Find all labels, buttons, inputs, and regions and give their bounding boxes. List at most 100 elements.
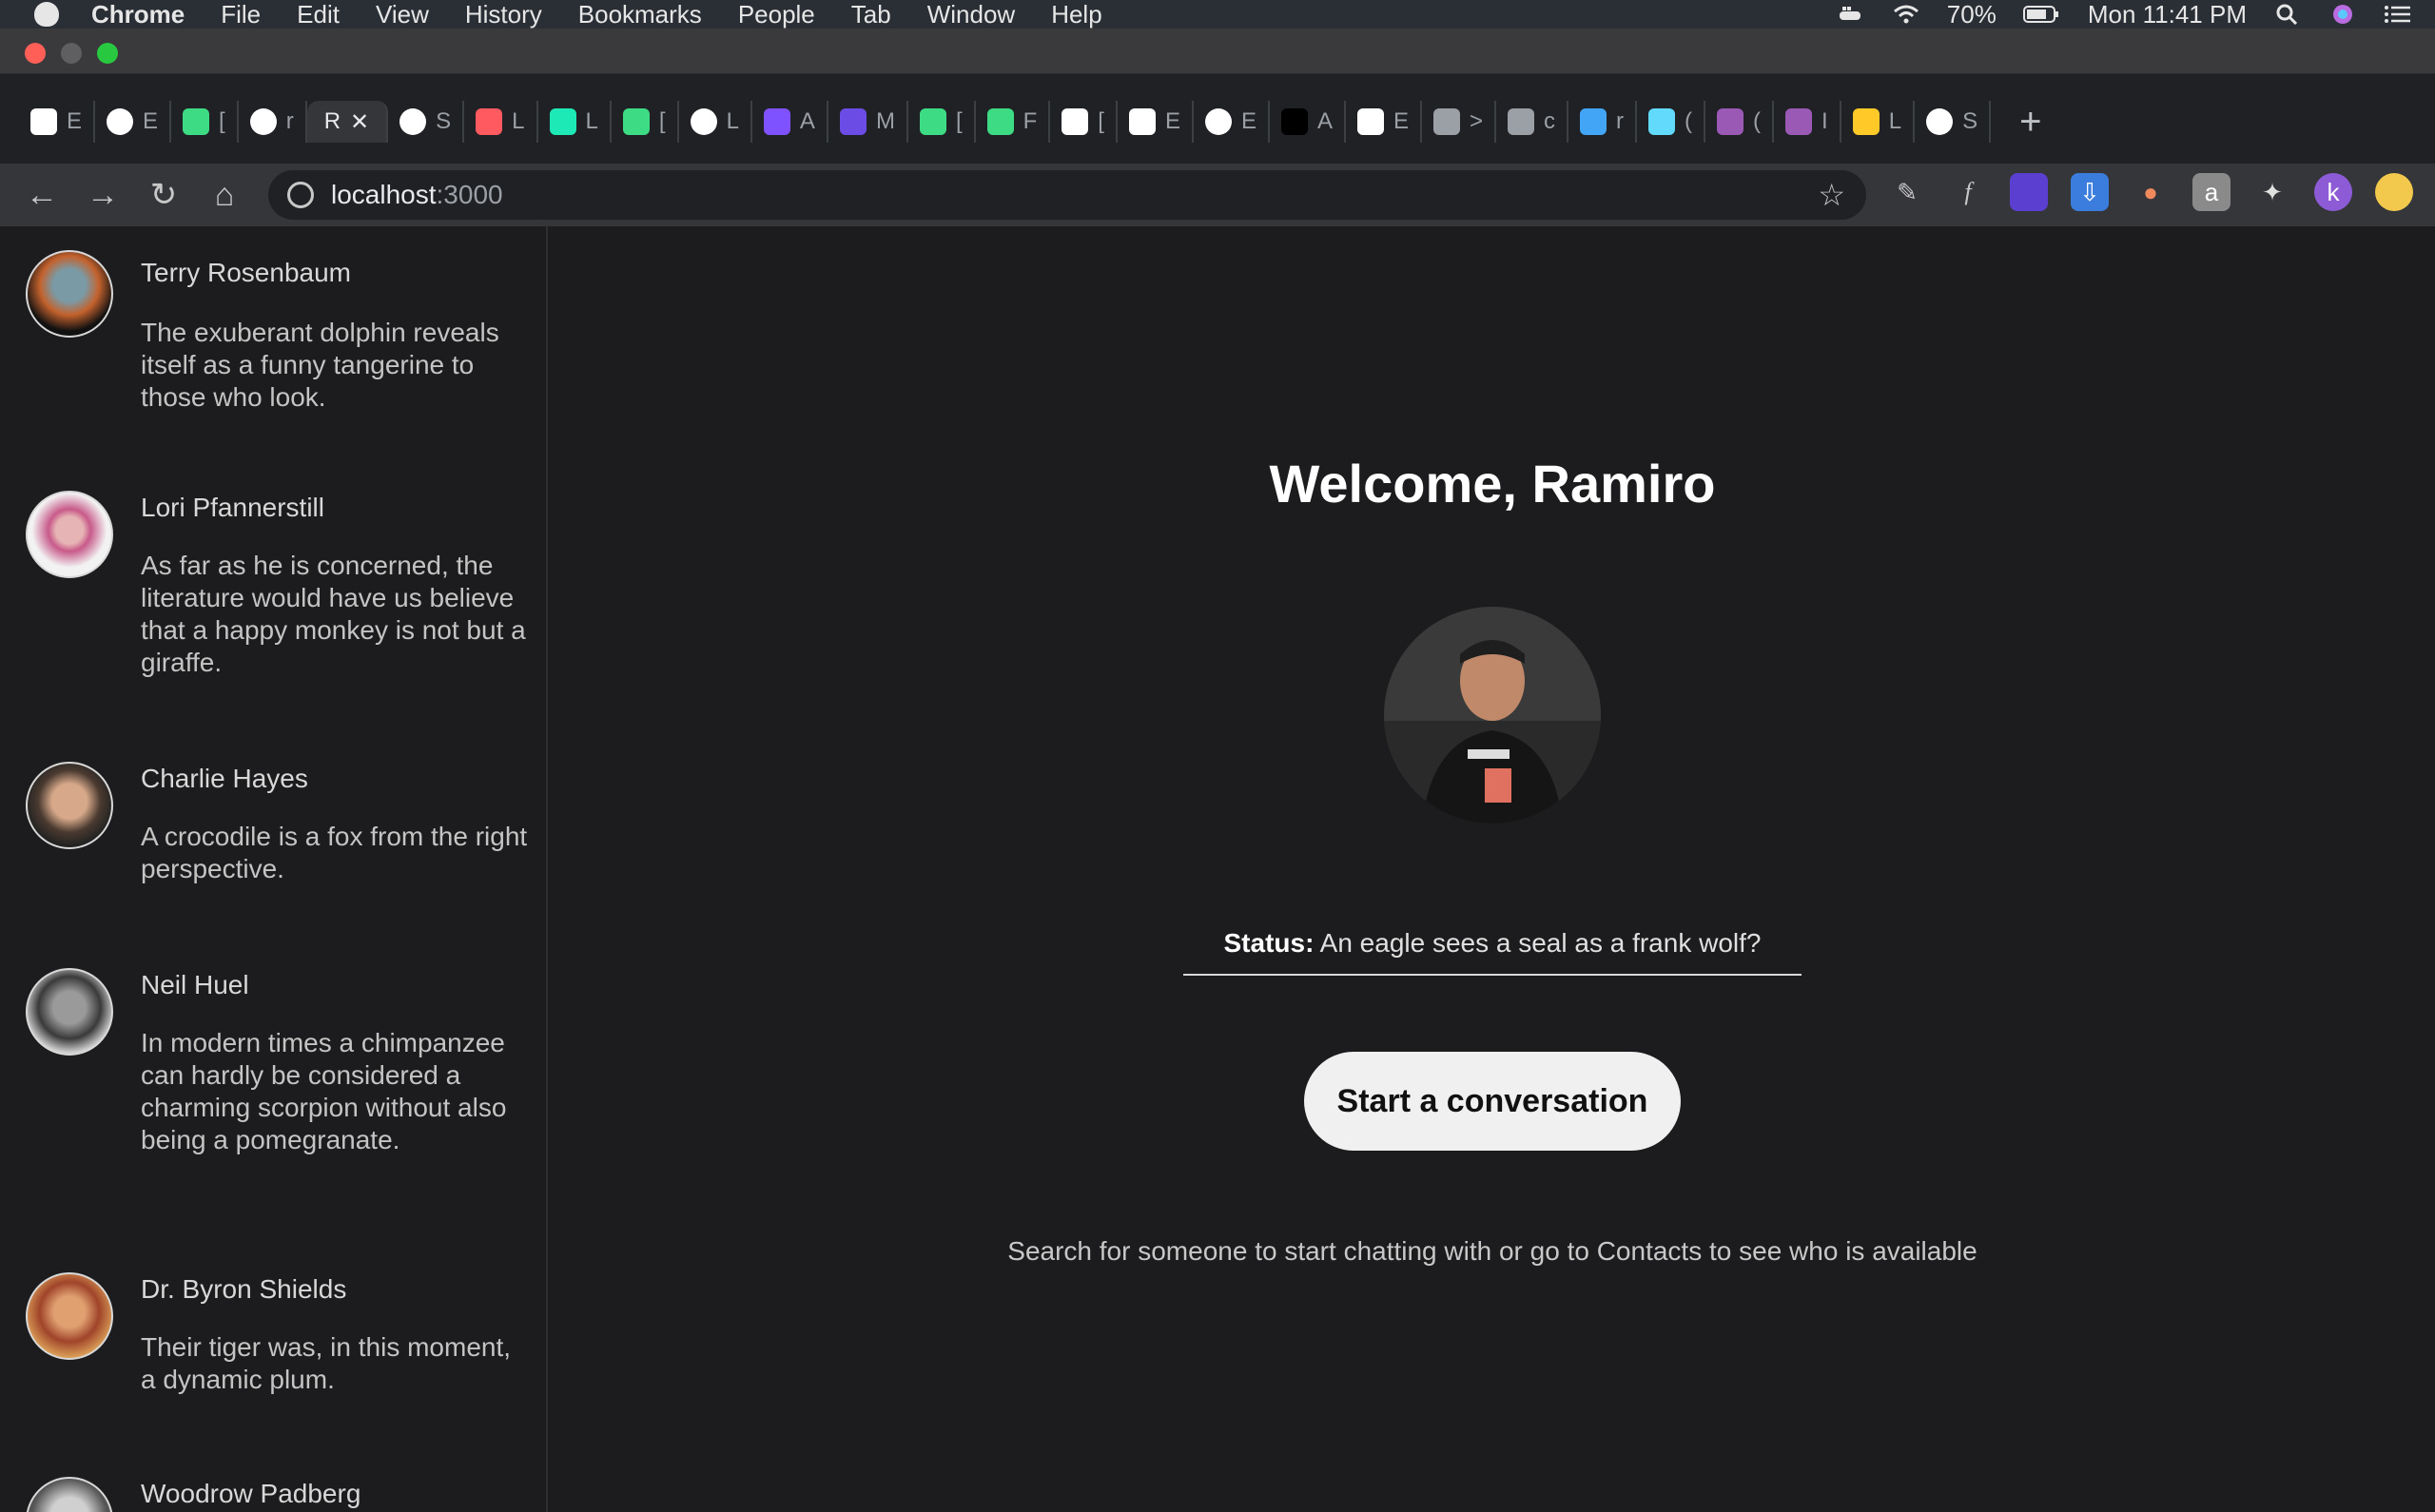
puzzle-extensions-icon[interactable]: ✦: [2253, 173, 2291, 211]
gmail-icon: [1357, 108, 1384, 135]
forward-arrow-icon[interactable]: →: [84, 176, 122, 214]
menu-people[interactable]: People: [738, 0, 815, 29]
download-extension-icon[interactable]: ⇩: [2071, 173, 2109, 211]
browser-tab[interactable]: >: [1422, 101, 1497, 143]
spotlight-search-icon[interactable]: [2273, 4, 2302, 25]
macos-menubar: Chrome File Edit View History Bookmarks …: [0, 0, 2435, 29]
browser-tab[interactable]: L: [538, 101, 612, 143]
browser-tab[interactable]: E: [1346, 101, 1423, 143]
menu-help[interactable]: Help: [1051, 0, 1101, 29]
graphql-icon: [1717, 108, 1744, 135]
graphql-icon: [1785, 108, 1813, 135]
browser-tab[interactable]: r: [1568, 101, 1638, 143]
home-icon[interactable]: ⌂: [205, 176, 244, 214]
menu-history[interactable]: History: [465, 0, 542, 29]
avatar: [26, 250, 113, 338]
avatar: [26, 491, 113, 578]
browser-tab[interactable]: S: [1915, 101, 1992, 143]
browser-tab[interactable]: E: [19, 101, 96, 143]
bookmark-star-icon[interactable]: ☆: [1818, 177, 1845, 213]
wifi-icon[interactable]: [1892, 4, 1920, 25]
browser-tab[interactable]: [: [171, 101, 239, 143]
compass-icon: [107, 108, 134, 135]
tab-title: E: [1393, 108, 1410, 134]
contact-name: Charlie Hayes: [141, 764, 308, 793]
contact-status: A crocodile is a fox from the right pers…: [141, 822, 528, 883]
browser-tab[interactable]: r: [239, 101, 307, 143]
tab-title: L: [726, 108, 739, 134]
update-badge-icon[interactable]: [2375, 173, 2413, 211]
tab-title: >: [1470, 108, 1484, 134]
github-icon: [249, 108, 277, 135]
window-titlebar[interactable]: [0, 29, 2435, 74]
notification-center-icon[interactable]: [2384, 4, 2412, 25]
menu-tab[interactable]: Tab: [851, 0, 891, 29]
browser-tab[interactable]: (: [1637, 101, 1706, 143]
browser-tab-active[interactable]: R ✕: [306, 101, 389, 143]
apple-icon: [1508, 108, 1535, 135]
avatar: [26, 1477, 113, 1512]
status-label: Status:: [1223, 928, 1315, 958]
browser-tab[interactable]: [: [908, 101, 976, 143]
reload-icon[interactable]: ↻: [145, 176, 183, 214]
back-arrow-icon[interactable]: ←: [23, 176, 61, 214]
menu-file[interactable]: File: [221, 0, 261, 29]
address-bar[interactable]: localhost:3000 ☆: [268, 170, 1866, 220]
menu-view[interactable]: View: [376, 0, 429, 29]
browser-tab[interactable]: I: [1774, 101, 1841, 143]
meetup-icon: [1204, 108, 1232, 135]
browser-tab[interactable]: E: [1118, 101, 1194, 143]
tab-title: L: [1888, 108, 1902, 134]
github-icon: [1926, 108, 1954, 135]
menu-app-chrome[interactable]: Chrome: [91, 0, 185, 29]
siri-icon[interactable]: [2328, 4, 2357, 25]
close-window-button[interactable]: [25, 43, 46, 64]
browser-tab[interactable]: A: [1270, 101, 1346, 143]
close-tab-icon[interactable]: ✕: [350, 108, 369, 136]
start-conversation-button[interactable]: Start a conversation: [1304, 1052, 1681, 1151]
avatar: [26, 762, 113, 849]
browser-tab[interactable]: E: [1194, 101, 1270, 143]
browser-tab[interactable]: L: [1841, 101, 1916, 143]
browser-tab[interactable]: M: [828, 101, 908, 143]
address-host: localhost: [331, 180, 437, 209]
status-field[interactable]: Status: An eagle sees a seal as a frank …: [1183, 928, 1802, 976]
tab-title: R: [323, 108, 341, 134]
browser-tab[interactable]: L: [679, 101, 752, 143]
browser-tab[interactable]: F: [976, 101, 1051, 143]
menu-bookmarks[interactable]: Bookmarks: [578, 0, 702, 29]
browser-tab[interactable]: [: [1050, 101, 1118, 143]
browser-tab[interactable]: E: [95, 101, 172, 143]
stack-extension-icon[interactable]: [2010, 173, 2048, 211]
profile-avatar-icon[interactable]: k: [2314, 173, 2352, 211]
tab-title: (: [1753, 108, 1762, 134]
tab-title: L: [585, 108, 598, 134]
browser-tab[interactable]: [: [612, 101, 679, 143]
a-extension-icon[interactable]: a: [2192, 173, 2230, 211]
apple-menu-icon[interactable]: [34, 2, 59, 27]
docker-icon[interactable]: [1837, 4, 1865, 25]
new-tab-plus-icon[interactable]: +: [2019, 101, 2041, 144]
browser-tab[interactable]: A: [752, 101, 828, 143]
menu-edit[interactable]: Edit: [297, 0, 340, 29]
site-info-icon[interactable]: [287, 182, 314, 208]
battery-icon[interactable]: [2022, 4, 2061, 25]
font-extension-icon[interactable]: f: [1949, 173, 1987, 211]
browser-tab[interactable]: S: [388, 101, 465, 143]
menu-window[interactable]: Window: [927, 0, 1015, 29]
browser-tab[interactable]: L: [464, 101, 538, 143]
tab-title: S: [1962, 108, 1978, 134]
bottle-extension-icon[interactable]: ●: [2132, 173, 2170, 211]
tab-title: L: [512, 108, 525, 134]
minimize-window-button[interactable]: [61, 43, 82, 64]
contact-name: Lori Pfannerstill: [141, 493, 324, 522]
welcome-heading: Welcome, Ramiro: [1269, 454, 1716, 514]
compass-icon: [690, 108, 717, 135]
avatar: [26, 1272, 113, 1360]
browser-tab[interactable]: c: [1496, 101, 1569, 143]
browser-tab[interactable]: (: [1705, 101, 1775, 143]
pen-extension-icon[interactable]: ✎: [1888, 173, 1926, 211]
zoom-window-button[interactable]: [97, 43, 118, 64]
menubar-clock[interactable]: Mon 11:41 PM: [2088, 0, 2247, 29]
react-icon: [1648, 108, 1676, 135]
